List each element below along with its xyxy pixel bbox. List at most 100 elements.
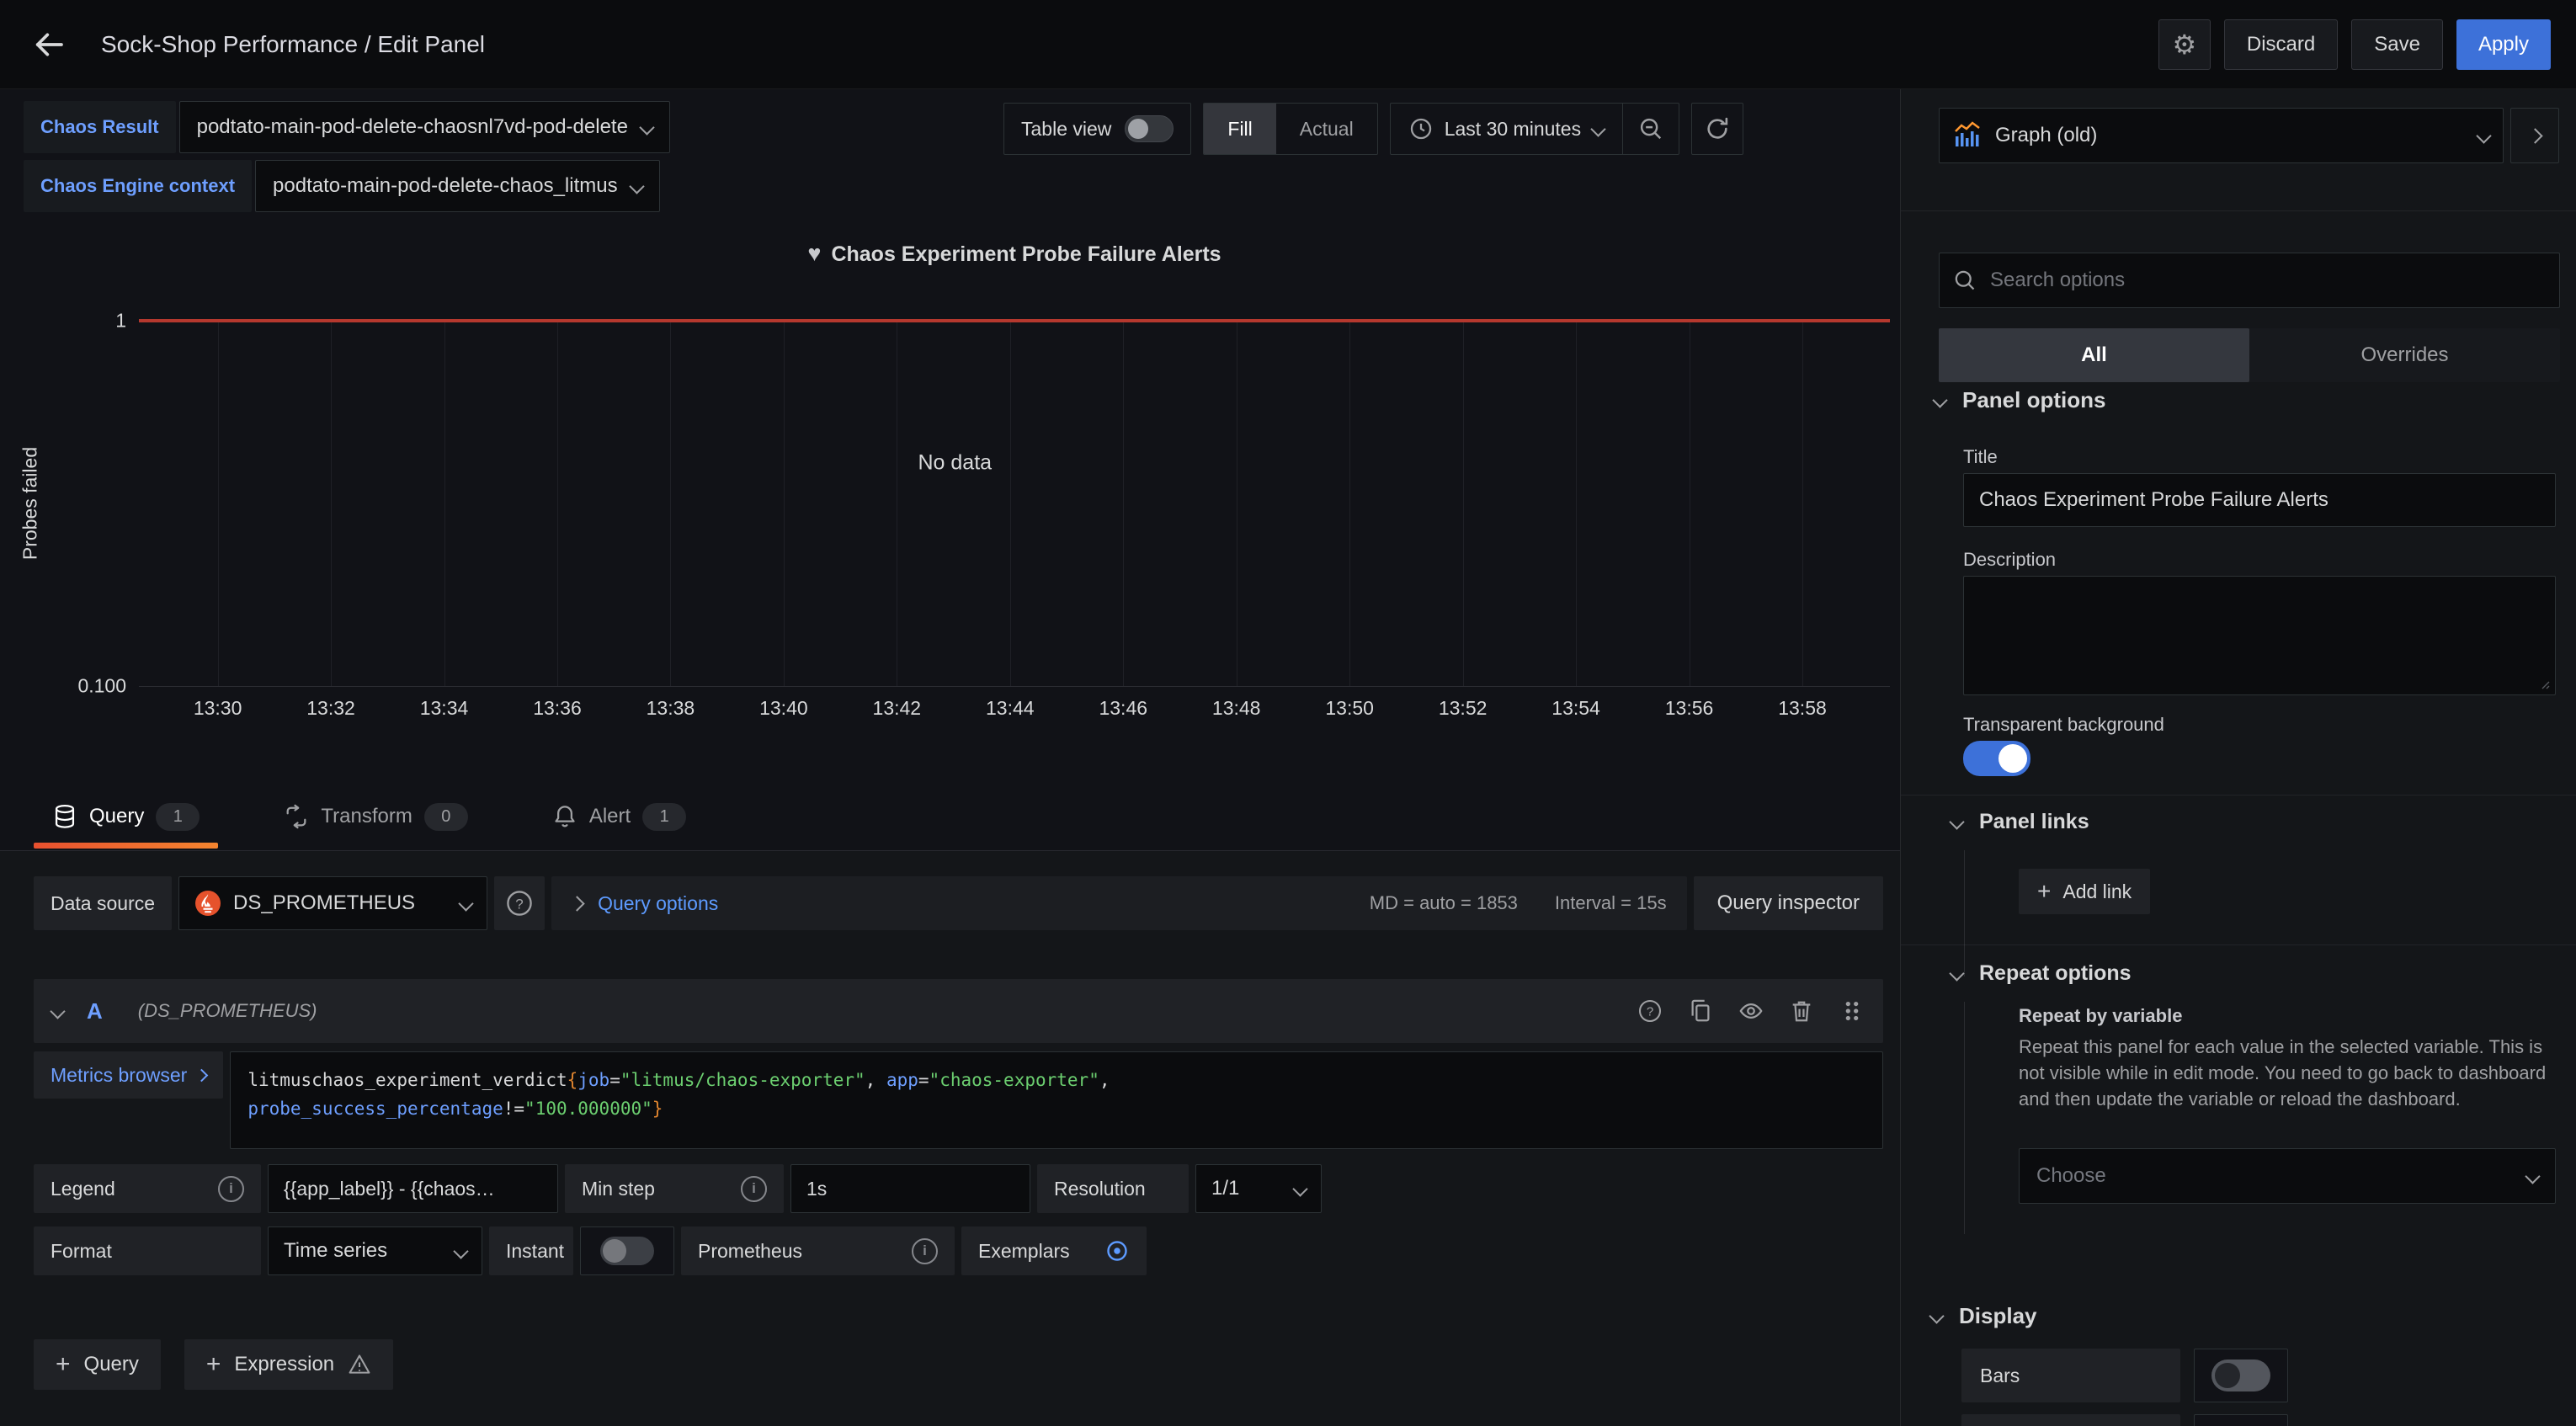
editor-tabs: Query 1 Transform 0 Alert 1 [34, 783, 705, 850]
panel-options-heading[interactable]: Panel options [1935, 387, 2105, 413]
add-expression-button[interactable]: + Expression [184, 1339, 393, 1390]
drag-handle-icon[interactable] [1839, 998, 1865, 1024]
chevron-down-icon [639, 120, 654, 135]
search-options-box [1939, 253, 2560, 308]
resize-handle-icon[interactable] [2537, 677, 2551, 690]
x-tick-label: 13:34 [420, 697, 469, 720]
instant-label-box: Instant [489, 1226, 573, 1275]
repeat-variable-placeholder: Choose [2036, 1164, 2106, 1188]
actual-segment[interactable]: Actual [1276, 104, 1377, 154]
tab-overrides[interactable]: Overrides [2249, 328, 2560, 382]
collapse-query-chevron-icon[interactable] [50, 1003, 65, 1019]
discard-button[interactable]: Discard [2224, 19, 2338, 70]
query-row-actions: ? [1637, 998, 1865, 1024]
display-heading[interactable]: Display [1931, 1303, 2037, 1329]
exemplars-eye-icon[interactable] [1104, 1238, 1130, 1264]
add-query-button[interactable]: + Query [34, 1339, 161, 1390]
query-expression[interactable]: litmuschaos_experiment_verdict{job="litm… [230, 1051, 1883, 1149]
panel-view-toolbar: Table view Fill Actual Last 30 minutes [1003, 103, 1743, 155]
heart-icon: ♥ [807, 241, 821, 266]
back-arrow-icon[interactable] [25, 21, 72, 68]
expression-token: != [503, 1099, 524, 1119]
delete-query-trash-icon[interactable] [1789, 998, 1814, 1024]
format-select[interactable]: Time series [268, 1226, 482, 1275]
x-tick-label: 13:40 [759, 697, 808, 720]
search-options-input[interactable] [1988, 268, 2546, 293]
help-circle-icon: ? [505, 889, 534, 918]
bars-toggle-box [2194, 1349, 2288, 1402]
resolution-label: Resolution [1054, 1178, 1146, 1200]
panel-settings-button[interactable]: ⚙ [2158, 19, 2211, 70]
apply-button[interactable]: Apply [2456, 19, 2551, 70]
transparent-background-toggle[interactable] [1963, 741, 2030, 776]
min-step-input[interactable] [790, 1164, 1030, 1213]
query-inspector-button[interactable]: Query inspector [1694, 876, 1883, 930]
no-data-message: No data [918, 451, 992, 476]
indent-guide [1964, 1002, 1965, 1234]
resolution-select[interactable]: 1/1 [1195, 1164, 1322, 1213]
help-circle-icon[interactable]: ? [1637, 998, 1663, 1024]
datasource-help-button[interactable]: ? [494, 876, 545, 930]
transparent-background-label: Transparent background [1963, 714, 2164, 736]
info-icon: i [912, 1238, 938, 1264]
metrics-browser-button[interactable]: Metrics browser [34, 1051, 223, 1099]
format-label-box: Format [34, 1226, 261, 1275]
save-button[interactable]: Save [2351, 19, 2443, 70]
variable-value-dropdown[interactable]: podtato-main-pod-delete-chaos_litmus [255, 160, 660, 212]
info-icon: i [218, 1176, 244, 1202]
refresh-icon [1705, 116, 1730, 141]
expression-token: job [577, 1070, 609, 1090]
zoom-out-button[interactable] [1622, 104, 1679, 154]
instant-toggle[interactable] [600, 1237, 654, 1265]
x-tick-label: 13:32 [306, 697, 355, 720]
bars-toggle[interactable] [2211, 1359, 2270, 1391]
tab-transform[interactable]: Transform 0 [265, 783, 486, 850]
chart-title-text: Chaos Experiment Probe Failure Alerts [831, 242, 1221, 266]
repeat-options-heading[interactable]: Repeat options [1951, 961, 2132, 986]
chevron-down-icon [458, 896, 473, 911]
metrics-browser-label: Metrics browser [51, 1064, 187, 1087]
variable-label: Chaos Engine context [24, 160, 252, 212]
x-tick-label: 13:44 [986, 697, 1035, 720]
search-icon [1953, 269, 1977, 292]
gridline [1349, 321, 1350, 686]
refresh-button[interactable] [1691, 103, 1743, 155]
query-options-toggle[interactable]: Query options MD = auto = 1853 Interval … [551, 876, 1687, 930]
query-format-row: Format Time series Instant Prometheus i … [34, 1226, 1147, 1275]
duplicate-query-icon[interactable] [1688, 998, 1713, 1024]
fill-segment[interactable]: Fill [1204, 104, 1275, 154]
options-sidebar: Graph (old) All Overrides Panel options … [1900, 89, 2576, 1426]
sidebar-collapse-button[interactable] [2510, 108, 2559, 163]
expression-token: "100.000000" [524, 1099, 652, 1119]
indent-guide [1964, 850, 1965, 976]
table-view-toggle[interactable] [1125, 115, 1174, 142]
format-label: Format [51, 1240, 112, 1263]
variable-value-dropdown[interactable]: podtato-main-pod-delete-chaosnl7vd-pod-d… [179, 101, 670, 153]
bars-option-label: Bars [1961, 1349, 2180, 1402]
tab-query[interactable]: Query 1 [34, 783, 218, 850]
plus-icon: + [2037, 878, 2051, 905]
visualization-select[interactable]: Graph (old) [1939, 108, 2504, 163]
description-field-label: Description [1963, 549, 2056, 571]
divider [1901, 210, 2576, 211]
expression-token: litmuschaos_experiment_verdict [247, 1070, 567, 1090]
datasource-select[interactable]: DS_PROMETHEUS [178, 876, 487, 930]
hide-query-eye-icon[interactable] [1738, 998, 1764, 1024]
repeat-variable-select[interactable]: Choose [2019, 1148, 2556, 1204]
graph-viz-icon [1953, 121, 1982, 150]
expression-token: "litmus/chaos-exporter" [620, 1070, 865, 1090]
chart-plot-area[interactable]: No data [139, 321, 1890, 687]
panel-links-heading[interactable]: Panel links [1951, 810, 2089, 834]
variable-value-text: podtato-main-pod-delete-chaosnl7vd-pod-d… [197, 115, 628, 139]
tab-alert[interactable]: Alert 1 [534, 783, 705, 850]
grafana-edit-panel: Sock-Shop Performance / Edit Panel ⚙ Dis… [0, 0, 2576, 1426]
query-ref-id[interactable]: A [87, 998, 103, 1024]
add-expression-label: Expression [234, 1353, 334, 1376]
add-link-button[interactable]: + Add link [2019, 869, 2150, 914]
tab-all[interactable]: All [1939, 328, 2249, 382]
panel-description-textarea[interactable] [1963, 576, 2556, 695]
panel-title-input[interactable]: Chaos Experiment Probe Failure Alerts [1963, 473, 2556, 527]
legend-format-input[interactable] [268, 1164, 558, 1213]
time-range-picker[interactable]: Last 30 minutes [1391, 117, 1622, 141]
visualization-value: Graph (old) [1995, 124, 2097, 147]
